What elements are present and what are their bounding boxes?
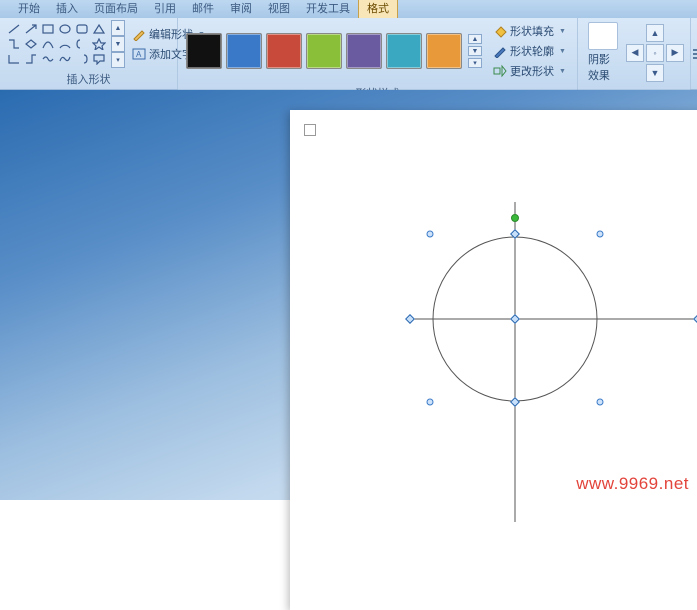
rotation-handle[interactable] [511, 214, 519, 222]
color-swatches: ▲ ▼ ▾ [182, 29, 486, 73]
nudge-up-icon[interactable]: ▲ [646, 24, 664, 42]
shape-fill-label: 形状填充 [510, 23, 554, 39]
shape-oval-icon[interactable] [57, 22, 73, 36]
shape-arc-icon[interactable] [57, 37, 73, 51]
shape-brace-icon[interactable] [74, 37, 90, 51]
swatch-6[interactable] [426, 33, 462, 69]
handle-ne[interactable] [597, 231, 604, 238]
watermark: www.9969.net [576, 474, 689, 494]
swatch-more-icon[interactable]: ▾ [468, 58, 482, 68]
swatch-up-icon[interactable]: ▲ [468, 34, 482, 44]
shape-rect-icon[interactable] [40, 22, 56, 36]
shape-triangle-icon[interactable] [91, 22, 107, 36]
anchor-icon [304, 124, 316, 136]
shapes-gallery[interactable] [4, 20, 109, 68]
swatch-3[interactable] [306, 33, 342, 69]
gallery-scroll: ▲ ▼ ▾ [111, 20, 125, 68]
endpoint-e[interactable] [693, 314, 697, 324]
shape-freeform-icon[interactable] [57, 52, 73, 66]
handle-nw[interactable] [427, 231, 434, 238]
shape-star-icon[interactable] [91, 37, 107, 51]
ribbon-tabs: 开始 插入 页面布局 引用 邮件 审阅 视图 开发工具 格式 [0, 0, 697, 18]
shape-arrow-icon[interactable] [23, 22, 39, 36]
nudge-left-icon[interactable]: ◀ [626, 44, 644, 62]
shape-diamond-icon[interactable] [23, 37, 39, 51]
gallery-up-icon[interactable]: ▲ [111, 20, 125, 36]
shape-line-icon[interactable] [6, 22, 22, 36]
swatch-scroll: ▲ ▼ ▾ [468, 33, 482, 69]
gallery-down-icon[interactable]: ▼ [111, 36, 125, 52]
handle-se[interactable] [597, 399, 604, 406]
tab-layout[interactable]: 页面布局 [86, 0, 146, 18]
tab-format[interactable]: 格式 [358, 0, 398, 18]
swatch-1[interactable] [226, 33, 262, 69]
shape-outline-button[interactable]: 形状轮廓▼ [490, 42, 569, 60]
shape-elbow-icon[interactable] [6, 52, 22, 66]
edit-shape-icon [132, 27, 146, 41]
shadow-effect-button[interactable]: 阴影效果 [582, 20, 624, 85]
shape-outline-label: 形状轮廓 [510, 43, 554, 59]
tab-home[interactable]: 开始 [10, 0, 48, 18]
swatch-0[interactable] [186, 33, 222, 69]
handle-sw[interactable] [427, 399, 434, 406]
shape-callout-icon[interactable] [91, 52, 107, 66]
swatch-down-icon[interactable]: ▼ [468, 46, 482, 56]
group-insert-shape: ▲ ▼ ▾ 编辑形状▼ A 添加文字 插入形状 [0, 18, 178, 89]
shape-wave-icon[interactable] [40, 52, 56, 66]
tab-mailings[interactable]: 邮件 [184, 0, 222, 18]
swatch-4[interactable] [346, 33, 382, 69]
nudge-center-icon[interactable]: ◦ [646, 44, 664, 62]
shape-roundrect-icon[interactable] [74, 22, 90, 36]
shadow-nudge: ▲ ◀ ◦ ▶ ▼ [624, 22, 686, 84]
add-text-icon: A [132, 47, 146, 61]
swatch-5[interactable] [386, 33, 422, 69]
swatch-2[interactable] [266, 33, 302, 69]
svg-text:A: A [136, 50, 142, 59]
shadow-icon [588, 22, 618, 50]
ribbon-more[interactable] [691, 18, 697, 89]
change-shape-label: 更改形状 [510, 63, 554, 79]
gallery-more-icon[interactable]: ▾ [111, 52, 125, 68]
nudge-right-icon[interactable]: ▶ [666, 44, 684, 62]
group-shadow: 阴影效果 ▲ ◀ ◦ ▶ ▼ 阴影效果 [578, 18, 691, 89]
change-shape-icon [493, 64, 507, 78]
ribbon: ▲ ▼ ▾ 编辑形状▼ A 添加文字 插入形状 [0, 18, 697, 90]
tab-references[interactable]: 引用 [146, 0, 184, 18]
shape-elbow2-icon[interactable] [23, 52, 39, 66]
workspace[interactable]: www.9969.net [0, 90, 697, 500]
group-shape-styles: ▲ ▼ ▾ 形状填充▼ 形状轮廓▼ 更改形状▼ [178, 18, 578, 89]
line-vertical[interactable] [514, 202, 516, 522]
document-page[interactable] [290, 110, 697, 610]
shape-bracket-icon[interactable] [74, 52, 90, 66]
endpoint-w[interactable] [405, 314, 415, 324]
shape-fill-button[interactable]: 形状填充▼ [490, 22, 569, 40]
nudge-down-icon[interactable]: ▼ [646, 64, 664, 82]
tab-insert[interactable]: 插入 [48, 0, 86, 18]
shape-curve-icon[interactable] [40, 37, 56, 51]
line-horizontal[interactable] [410, 318, 697, 320]
tab-developer[interactable]: 开发工具 [298, 0, 358, 18]
shadow-label: 阴影效果 [588, 51, 618, 83]
tab-review[interactable]: 审阅 [222, 0, 260, 18]
change-shape-button[interactable]: 更改形状▼ [490, 62, 569, 80]
pen-icon [493, 44, 507, 58]
shape-connector-icon[interactable] [6, 37, 22, 51]
group-label-insert: 插入形状 [0, 70, 177, 89]
bucket-icon [493, 24, 507, 38]
tab-view[interactable]: 视图 [260, 0, 298, 18]
